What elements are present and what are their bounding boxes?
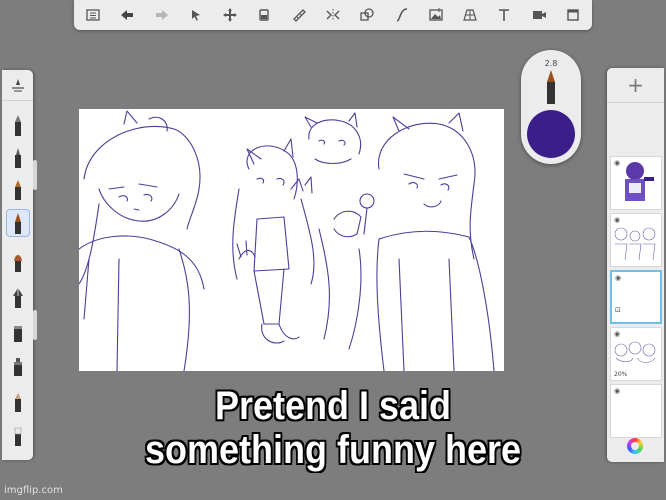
watermark: imgflip.com (4, 485, 63, 496)
brush-size-value[interactable]: 2.8 (521, 59, 581, 68)
eye-icon[interactable]: ◉ (614, 159, 620, 167)
top-toolbar (74, 0, 592, 30)
paintbrush-icon[interactable] (7, 248, 29, 274)
caption-line-2: something funny here (144, 428, 522, 472)
text-icon[interactable] (493, 4, 515, 26)
brush-puck: 2.8 (521, 50, 581, 164)
ruler-icon[interactable] (288, 4, 310, 26)
lineart-drawing (78, 110, 495, 372)
inking-pen-brush-icon[interactable] (6, 209, 30, 237)
eye-icon[interactable]: ◉ (614, 216, 620, 224)
shapes-icon[interactable] (356, 4, 378, 26)
drawing-canvas[interactable] (78, 109, 504, 372)
brush-color-swatch[interactable] (527, 110, 575, 158)
brush-nib-icon[interactable] (543, 68, 559, 108)
redo-icon[interactable] (151, 4, 173, 26)
layer-empty[interactable]: ◉ ⊡ (610, 270, 662, 324)
layer-lock-icon[interactable]: ⊡ (615, 306, 621, 314)
perspective-icon[interactable] (459, 4, 481, 26)
hard-pencil-brush-icon[interactable] (7, 144, 29, 170)
image-icon[interactable] (425, 4, 447, 26)
caption-line-1: Pretend I said (214, 384, 452, 428)
layer-opacity: 20% (614, 371, 628, 378)
transform-icon[interactable] (219, 4, 241, 26)
eraser-brush-icon[interactable] (7, 422, 29, 448)
select-icon[interactable] (185, 4, 207, 26)
layer-sketch[interactable]: ◉ 20% (610, 327, 662, 381)
opacity-slider-handle[interactable] (33, 310, 37, 340)
pencil-brush-icon[interactable] (7, 112, 29, 138)
blender-brush-icon[interactable] (7, 352, 29, 378)
marker-brush-icon[interactable] (7, 176, 29, 202)
eye-icon[interactable]: ◉ (615, 274, 621, 282)
layer-colored-character[interactable]: ◉ (610, 156, 662, 210)
add-layer-button[interactable]: + (607, 68, 664, 103)
meme-caption: Pretend I said something funny here (33, 384, 632, 472)
list-icon[interactable] (82, 4, 104, 26)
layer-lineart-group[interactable]: ◉ (610, 213, 662, 267)
fullscreen-icon[interactable] (562, 4, 584, 26)
brush-settings-icon[interactable] (2, 70, 33, 101)
smudge-brush-icon[interactable] (7, 318, 29, 344)
fill-icon[interactable] (253, 4, 275, 26)
airbrush-icon[interactable] (7, 284, 29, 310)
curve-icon[interactable] (391, 4, 413, 26)
crayon-brush-icon[interactable] (7, 388, 29, 414)
brush-toolbar-handle[interactable] (33, 160, 37, 190)
brush-toolbar (2, 70, 33, 460)
undo-icon[interactable] (116, 4, 138, 26)
eye-icon[interactable]: ◉ (614, 330, 620, 338)
symmetry-icon[interactable] (322, 4, 344, 26)
video-icon[interactable] (528, 4, 550, 26)
